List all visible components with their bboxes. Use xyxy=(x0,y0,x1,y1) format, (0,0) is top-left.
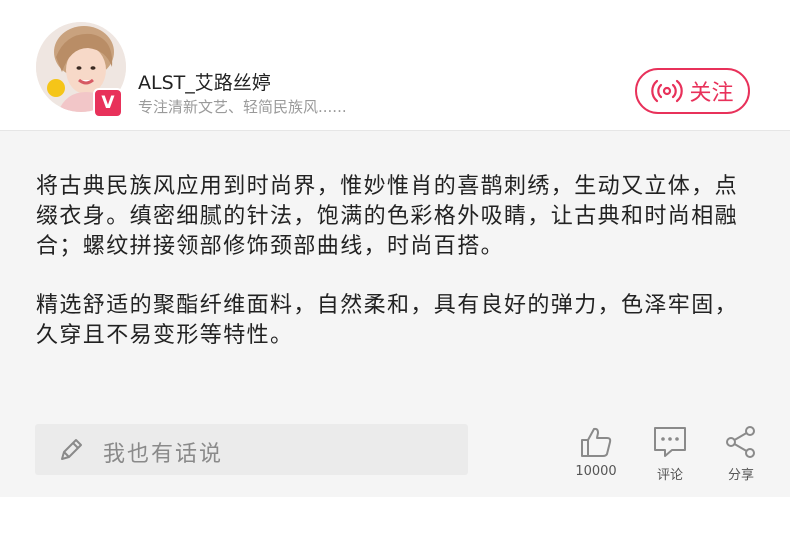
share-button[interactable]: 分享 xyxy=(711,424,771,483)
comment-button[interactable]: 评论 xyxy=(640,424,700,483)
author-bio: 专注清新文艺、轻简民族风...... xyxy=(138,98,347,116)
comment-icon xyxy=(654,427,686,457)
post-content: 将古典民族风应用到时尚界，惟妙惟肖的喜鹊刺绣，生动又立体，点缀衣身。缜密细腻的针… xyxy=(0,131,790,497)
follow-label: 关注 xyxy=(689,81,734,106)
post-paragraph: 将古典民族风应用到时尚界，惟妙惟肖的喜鹊刺绣，生动又立体，点缀衣身。缜密细腻的针… xyxy=(36,174,739,259)
share-icon xyxy=(726,426,755,458)
share-label: 分享 xyxy=(727,468,754,483)
author-name[interactable]: ALST_艾路丝婷 xyxy=(138,68,271,95)
thumbs-up-icon xyxy=(581,427,612,457)
follow-button[interactable]: 关注 xyxy=(635,68,750,114)
like-count: 10000 xyxy=(575,464,617,479)
pencil-icon xyxy=(61,439,82,460)
like-button[interactable]: 10000 xyxy=(566,424,626,479)
comment-label: 评论 xyxy=(656,468,683,483)
broadcast-icon xyxy=(651,79,684,103)
verified-badge: V xyxy=(93,88,123,118)
post-paragraph: 精选舒适的聚酯纤维面料，自然柔和，具有良好的弹力，色泽牢固，久穿且不易变形等特性… xyxy=(36,293,739,348)
comment-placeholder: 我也有话说 xyxy=(103,442,224,467)
comment-input[interactable]: 我也有话说 xyxy=(35,424,468,475)
post-header: V ALST_艾路丝婷 专注清新文艺、轻简民族风...... 关注 xyxy=(0,0,790,131)
